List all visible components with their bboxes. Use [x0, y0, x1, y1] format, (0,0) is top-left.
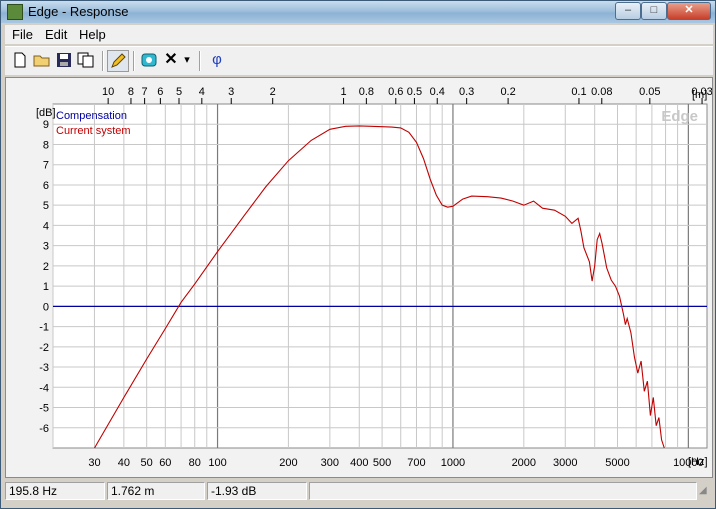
y-tick-label: 5	[43, 200, 49, 212]
delete-icon[interactable]: ✕	[160, 50, 182, 72]
y-tick-label: 2	[43, 261, 49, 273]
x-tick-label: 30	[88, 457, 100, 469]
x-tick-label: 60	[159, 457, 171, 469]
x-tick-label: 300	[321, 457, 339, 469]
title-bar[interactable]: Edge - Response – □ ✕	[1, 1, 715, 23]
status-extra	[309, 482, 697, 500]
top-tick-label: 2	[270, 86, 276, 98]
y-tick-label: -6	[39, 423, 49, 435]
top-tick-label: 1	[340, 86, 346, 98]
top-tick-label: 5	[176, 86, 182, 98]
close-button[interactable]: ✕	[667, 2, 711, 20]
minimize-button[interactable]: –	[615, 2, 641, 20]
menu-help[interactable]: Help	[79, 27, 106, 42]
status-level: -1.93 dB	[207, 482, 307, 500]
menu-bar: File Edit Help	[5, 25, 713, 44]
phase-icon[interactable]: φ	[206, 50, 228, 72]
top-tick-label: 8	[128, 86, 134, 98]
status-frequency: 195.8 Hz	[5, 482, 105, 500]
status-bar: 195.8 Hz 1.762 m -1.93 dB ◢	[5, 481, 713, 501]
top-tick-label: 4	[199, 86, 205, 98]
menu-edit[interactable]: Edit	[45, 27, 67, 42]
new-file-icon[interactable]	[9, 50, 31, 72]
top-tick-label: 0.8	[359, 86, 374, 98]
toolbar-separator	[199, 51, 201, 71]
y-tick-label: 4	[43, 220, 49, 232]
app-window: Edge - Response – □ ✕ File Edit Help ✕ ▾	[0, 0, 716, 509]
x-tick-label: 500	[373, 457, 391, 469]
y-tick-label: -4	[39, 382, 49, 394]
menu-file[interactable]: File	[12, 27, 33, 42]
top-tick-label: 0.4	[430, 86, 445, 98]
x-tick-label: 400	[350, 457, 368, 469]
top-axis-label: [m]	[692, 89, 707, 101]
top-tick-label: 7	[142, 86, 148, 98]
y-tick-label: 6	[43, 180, 49, 192]
top-tick-label: 10	[102, 86, 114, 98]
app-icon	[7, 4, 23, 20]
x-tick-label: 5000	[605, 457, 629, 469]
maximize-button[interactable]: □	[641, 2, 667, 20]
status-distance: 1.762 m	[107, 482, 205, 500]
y-tick-label: 0	[43, 301, 49, 313]
top-tick-label: 0.1	[571, 86, 586, 98]
legend-current-system: Current system	[56, 125, 131, 137]
y-tick-label: -5	[39, 403, 49, 415]
x-tick-label: 100	[208, 457, 226, 469]
top-tick-label: 3	[228, 86, 234, 98]
top-tick-label: 6	[157, 86, 163, 98]
x-tick-label: 1000	[441, 457, 465, 469]
top-tick-label: 0.3	[459, 86, 474, 98]
chart-svg: 9876543210-1-2-3-4-5-630 40 50 60 80 100 200 30…	[36, 86, 713, 469]
resize-grip-icon[interactable]: ◢	[699, 485, 707, 496]
top-tick-label: 0.05	[639, 86, 660, 98]
legend-compensation: Compensation	[56, 110, 127, 122]
pen-icon[interactable]	[107, 50, 129, 72]
dropdown-arrow-icon[interactable]: ▾	[180, 50, 194, 72]
toolbar: ✕ ▾ φ	[5, 46, 713, 75]
x-axis-label: [Hz]	[688, 456, 708, 468]
x-tick-label: 50	[141, 457, 153, 469]
window-title: Edge - Response	[28, 4, 129, 19]
copy-icon[interactable]	[75, 50, 97, 72]
x-tick-label: 700	[407, 457, 425, 469]
x-tick-label: 80	[189, 457, 201, 469]
x-tick-label: 200	[279, 457, 297, 469]
open-folder-icon[interactable]	[31, 50, 53, 72]
y-tick-label: 3	[43, 241, 49, 253]
y-tick-label: 1	[43, 281, 49, 293]
y-tick-label: 9	[43, 119, 49, 131]
y-axis-label: [dB]	[36, 107, 56, 119]
top-tick-label: 0.6	[388, 86, 403, 98]
speaker-icon[interactable]	[138, 50, 160, 72]
save-icon[interactable]	[53, 50, 75, 72]
top-tick-label: 0.08	[591, 86, 612, 98]
top-tick-label: 0.2	[500, 86, 515, 98]
x-tick-label: 2000	[512, 457, 536, 469]
watermark: Edge	[661, 108, 698, 125]
toolbar-separator	[133, 51, 135, 71]
response-chart[interactable]: 9 8 7 6 5 4 3 2 1 0 -1 -2 -3 -4 -5 -6 30 40 50 60 80 100 200 30…	[5, 77, 713, 478]
plot-area[interactable]	[52, 103, 708, 449]
y-tick-label: -1	[39, 322, 49, 334]
y-tick-label: -3	[39, 362, 49, 374]
x-tick-label: 3000	[553, 457, 577, 469]
top-tick-label: 0.5	[407, 86, 422, 98]
x-tick-label: 40	[118, 457, 130, 469]
y-tick-label: 8	[43, 139, 49, 151]
toolbar-separator	[102, 51, 104, 71]
y-tick-label: -2	[39, 342, 49, 354]
y-tick-label: 7	[43, 160, 49, 172]
